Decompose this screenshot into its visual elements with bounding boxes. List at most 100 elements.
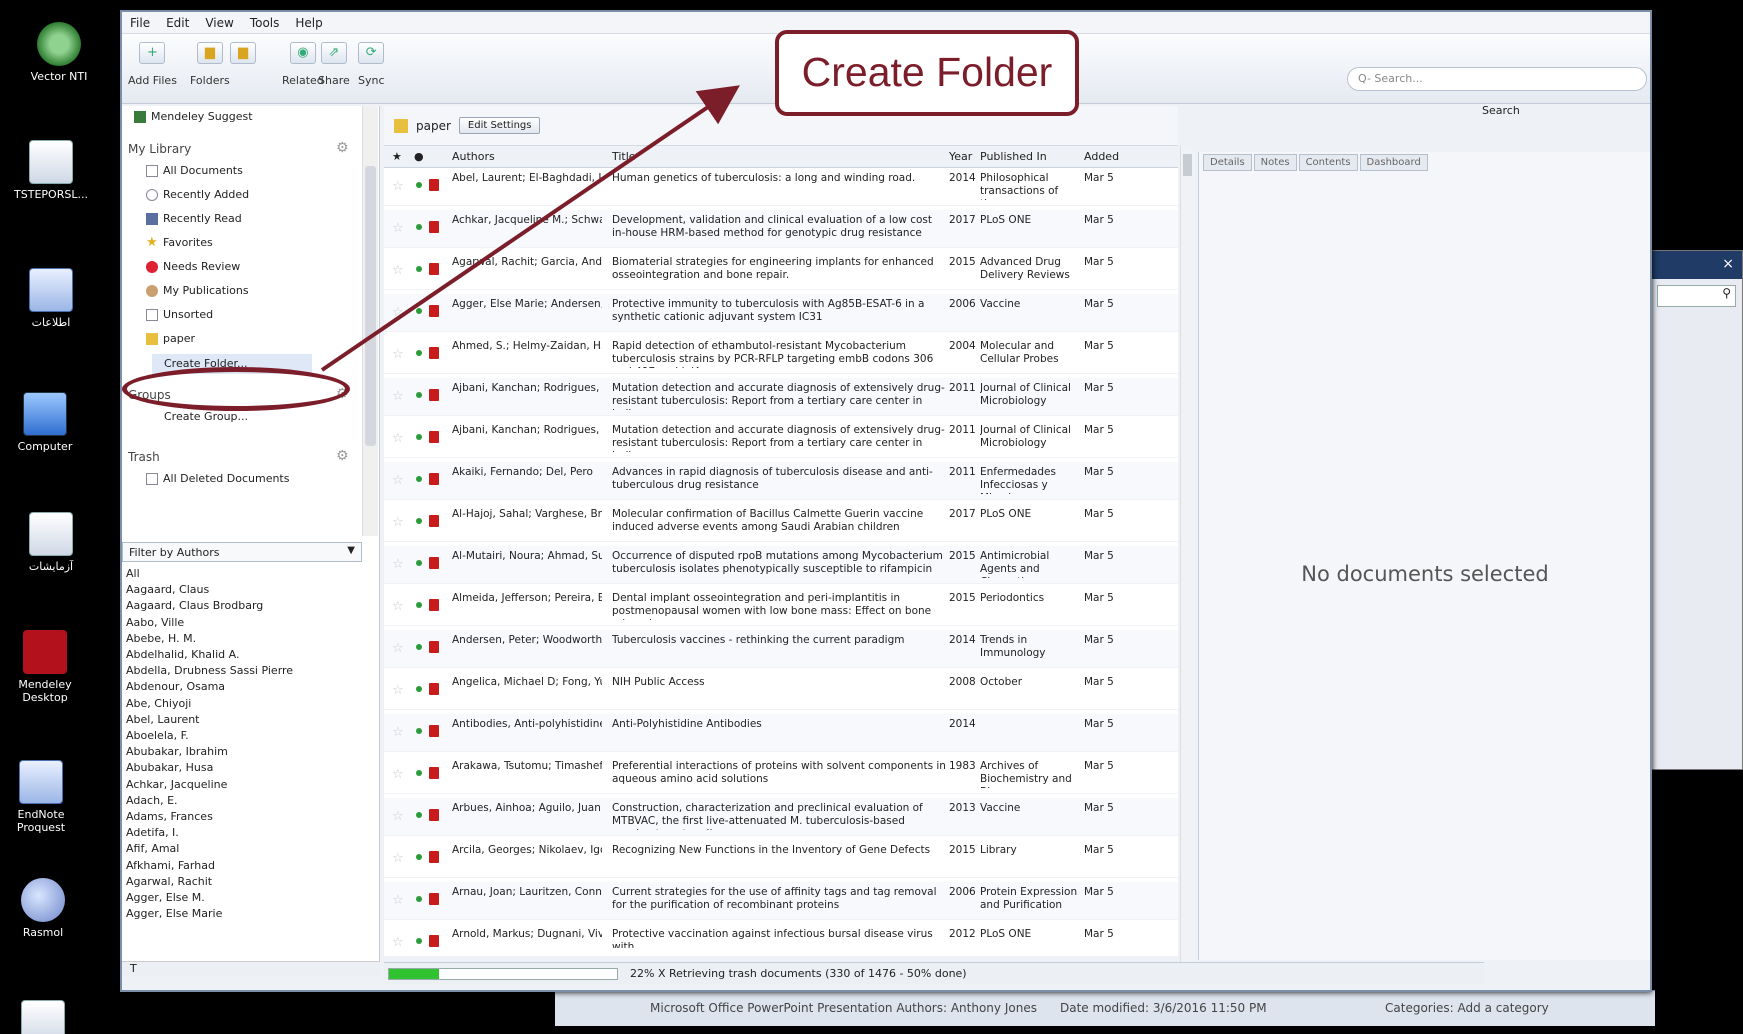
star-icon[interactable]: ☆	[392, 810, 404, 823]
column-read[interactable]: ●	[414, 150, 424, 163]
pdf-icon[interactable]	[429, 851, 439, 863]
edit-settings-button[interactable]: Edit Settings	[458, 117, 541, 134]
menu-edit[interactable]: Edit	[166, 16, 189, 30]
star-icon[interactable]: ☆	[392, 768, 404, 781]
table-row[interactable]: ☆ Ajbani, Kanchan; Rodrigues, Camilla Muta…	[384, 378, 1178, 416]
column-authors[interactable]: Authors	[452, 150, 495, 163]
pdf-icon[interactable]	[429, 935, 439, 947]
table-row[interactable]: ☆ Achkar, Jacqueline M.; Schwabe, Sally De…	[384, 210, 1178, 248]
star-icon[interactable]: ☆	[392, 684, 404, 697]
read-status-icon[interactable]	[416, 266, 422, 272]
read-status-icon[interactable]	[416, 644, 422, 650]
menu-file[interactable]: File	[130, 16, 150, 30]
pdf-icon[interactable]	[429, 305, 439, 317]
tab-details[interactable]: Details	[1203, 154, 1252, 171]
scrollbar-thumb[interactable]	[1183, 154, 1192, 176]
read-status-icon[interactable]	[416, 728, 422, 734]
author-filter-item[interactable]: Abel, Laurent	[126, 712, 362, 728]
sidebar-item-mendeley-suggest[interactable]: Mendeley Suggest	[134, 110, 253, 123]
star-icon[interactable]: ☆	[392, 264, 404, 277]
star-icon[interactable]: ☆	[392, 348, 404, 361]
table-row[interactable]: ☆ Agarwal, Rachit; Garcia, Andres J. Bioma…	[384, 252, 1178, 290]
create-group-item[interactable]: Create Group...	[164, 410, 248, 423]
author-filter-item[interactable]: Agger, Else M.	[126, 890, 362, 906]
table-row[interactable]: ☆ Al-Mutairi, Noura; Ahmad, Suhail Occurre…	[384, 546, 1178, 584]
add-files-button[interactable]: + Add Files	[128, 42, 177, 87]
column-title[interactable]: Title	[612, 150, 636, 163]
star-icon[interactable]: ☆	[392, 390, 404, 403]
star-icon[interactable]: ☆	[392, 516, 404, 529]
filter-by-authors-select[interactable]: Filter by Authors ▼	[122, 542, 362, 562]
pdf-icon[interactable]	[429, 767, 439, 779]
author-filter-item[interactable]: Adetifa, I.	[126, 825, 362, 841]
desktop-icon-computer[interactable]: Computer	[0, 392, 100, 453]
table-row[interactable]: ☆ Agger, Else Marie; Andersen, Peter Prote…	[384, 294, 1178, 332]
read-status-icon[interactable]	[416, 350, 422, 356]
column-published-in[interactable]: Published In	[980, 150, 1047, 163]
desktop-icon-word[interactable]: اطلاعات	[0, 268, 106, 329]
read-status-icon[interactable]	[416, 560, 422, 566]
table-row[interactable]: ☆ Angelica, Michael D; Fong, Yuman NIH Pub…	[384, 672, 1178, 710]
desktop-icon-rasmol[interactable]: Rasmol	[0, 878, 98, 939]
author-filter-item[interactable]: Abubakar, Husa	[126, 760, 362, 776]
sidebar-item-needs-review[interactable]: Needs Review	[146, 260, 240, 273]
sidebar-item-paper[interactable]: paper	[146, 332, 195, 345]
column-year[interactable]: Year	[949, 150, 972, 163]
star-icon[interactable]: ☆	[392, 222, 404, 235]
table-row[interactable]: ☆ Akaiki, Fernando; Del, Pero Advances in …	[384, 462, 1178, 500]
pdf-icon[interactable]	[429, 263, 439, 275]
desktop-icon-endnote[interactable]: EndNote Proquest	[0, 760, 96, 834]
star-icon[interactable]: ☆	[392, 306, 404, 319]
author-filter-item[interactable]: Aabo, Ville	[126, 615, 362, 631]
tab-dashboard[interactable]: Dashboard	[1359, 154, 1428, 171]
read-status-icon[interactable]	[416, 770, 422, 776]
author-filter-item[interactable]: Agger, Else Marie	[126, 906, 362, 922]
sidebar-scrollbar[interactable]	[362, 106, 378, 536]
author-filter-item[interactable]: Afkhami, Farhad	[126, 858, 362, 874]
folders-button[interactable]: ▆ Folders	[190, 42, 230, 87]
menu-view[interactable]: View	[205, 16, 233, 30]
document-list-scrollbar[interactable]	[1180, 146, 1194, 972]
sync-button[interactable]: ⟳ Sync	[358, 42, 385, 87]
author-filter-item[interactable]: Abe, Chiyoji	[126, 696, 362, 712]
scrollbar-thumb[interactable]	[365, 166, 376, 446]
sidebar-item-favorites[interactable]: ★ Favorites	[146, 236, 213, 250]
read-status-icon[interactable]	[416, 182, 422, 188]
desktop-icon-mendeley[interactable]: Mendeley Desktop	[0, 630, 100, 704]
pdf-icon[interactable]	[429, 809, 439, 821]
author-filter-item[interactable]: Agarwal, Rachit	[126, 874, 362, 890]
pdf-icon[interactable]	[429, 221, 439, 233]
sidebar-item-all-deleted[interactable]: All Deleted Documents	[146, 472, 289, 485]
pdf-icon[interactable]	[429, 893, 439, 905]
table-row[interactable]: ☆ Ajbani, Kanchan; Rodrigues, Camilla Muta…	[384, 420, 1178, 458]
sidebar-item-unsorted[interactable]: Unsorted	[146, 308, 213, 321]
menu-help[interactable]: Help	[295, 16, 322, 30]
tab-contents[interactable]: Contents	[1298, 154, 1358, 171]
pdf-icon[interactable]	[429, 557, 439, 569]
pdf-icon[interactable]	[429, 683, 439, 695]
sidebar-item-all-documents[interactable]: All Documents	[146, 164, 243, 177]
sidebar-item-recently-read[interactable]: Recently Read	[146, 212, 242, 225]
author-filter-item[interactable]: All	[126, 566, 362, 582]
read-status-icon[interactable]	[416, 896, 422, 902]
desktop-icon-document-3[interactable]	[0, 1000, 98, 1034]
search-input[interactable]: Q- Search...	[1347, 67, 1647, 91]
read-status-icon[interactable]	[416, 308, 422, 314]
table-row[interactable]: ☆ Arnau, Joan; Lauritzen, Conni Current st…	[384, 882, 1178, 920]
author-filter-item[interactable]: Adams, Frances	[126, 809, 362, 825]
desktop-icon-vector-nti[interactable]: Vector NTI	[4, 22, 114, 83]
desktop-icon-document-2[interactable]: آزمایشات	[0, 512, 106, 573]
author-filter-item[interactable]: Abubakar, Ibrahim	[126, 744, 362, 760]
star-icon[interactable]: ☆	[392, 180, 404, 193]
author-filter-item[interactable]: Aagaard, Claus	[126, 582, 362, 598]
read-status-icon[interactable]	[416, 392, 422, 398]
star-icon[interactable]: ☆	[392, 600, 404, 613]
read-status-icon[interactable]	[416, 476, 422, 482]
star-icon[interactable]: ☆	[392, 432, 404, 445]
author-filter-item[interactable]: Adach, E.	[126, 793, 362, 809]
share-button[interactable]: ⇗ Share	[318, 42, 350, 87]
column-star[interactable]: ★	[392, 150, 402, 163]
pdf-icon[interactable]	[429, 431, 439, 443]
search-icon[interactable]: ⚲	[1657, 285, 1736, 307]
desktop-icon-document[interactable]: TSTEPORSL...	[0, 140, 106, 201]
